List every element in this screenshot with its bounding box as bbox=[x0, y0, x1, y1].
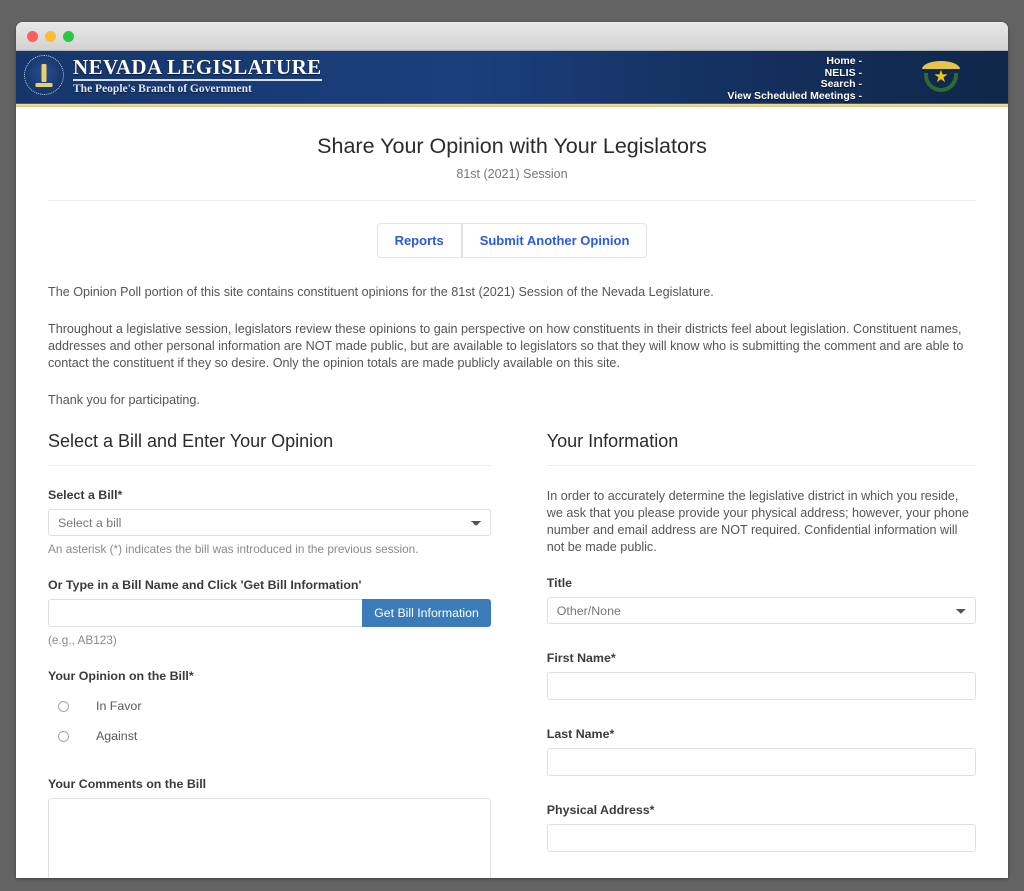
get-bill-information-button[interactable]: Get Bill Information bbox=[362, 599, 491, 627]
zoom-window-button[interactable] bbox=[63, 30, 74, 42]
minimize-window-button[interactable] bbox=[45, 30, 56, 42]
physical-address-input[interactable] bbox=[546, 824, 976, 852]
bill-section-heading: Select a Bill and Enter Your Opinion bbox=[48, 431, 334, 451]
site-brand[interactable]: NEVADA LEGISLATURE The People's Branch o… bbox=[24, 55, 322, 95]
physical-address-label: Physical Address* bbox=[546, 803, 655, 817]
brand-tagline: The People's Branch of Government bbox=[73, 82, 252, 95]
info-section-heading: Your Information bbox=[546, 431, 679, 451]
title-dropdown[interactable]: Other/None bbox=[546, 597, 976, 624]
radio-option-against[interactable]: Against bbox=[48, 729, 491, 743]
nav-link-home[interactable]: Home - bbox=[727, 55, 862, 68]
bill-name-example: (e.g., AB123) bbox=[48, 633, 117, 647]
select-bill-label: Select a Bill* bbox=[48, 488, 123, 502]
radio-against-label: Against bbox=[96, 729, 138, 743]
brand-title: NEVADA LEGISLATURE bbox=[73, 54, 322, 81]
action-button-group: Reports Submit Another Opinion bbox=[48, 223, 976, 258]
info-section-divider bbox=[546, 465, 976, 466]
last-name-label: Last Name* bbox=[546, 727, 615, 741]
comments-textarea[interactable] bbox=[48, 798, 491, 878]
title-label: Title bbox=[546, 576, 573, 590]
radio-against-icon[interactable] bbox=[58, 730, 69, 742]
radio-option-in-favor[interactable]: In Favor bbox=[48, 699, 491, 713]
nevada-state-seal-icon bbox=[24, 55, 64, 95]
intro-paragraph-2: Throughout a legislative session, legisl… bbox=[48, 322, 964, 370]
submit-another-opinion-button[interactable]: Submit Another Opinion bbox=[461, 223, 648, 258]
wreath-icon bbox=[924, 73, 958, 92]
page-content: Share Your Opinion with Your Legislators… bbox=[16, 107, 1008, 878]
flag-emblem: ★ bbox=[918, 59, 964, 95]
comments-label: Your Comments on the Bill bbox=[48, 777, 207, 791]
radio-in-favor-label: In Favor bbox=[96, 699, 142, 713]
window-titlebar bbox=[16, 22, 1008, 51]
info-section-intro: In order to accurately determine the leg… bbox=[546, 489, 969, 554]
asterisk-note: An asterisk (*) indicates the bill was i… bbox=[48, 542, 419, 556]
nav-link-search[interactable]: Search - bbox=[727, 78, 862, 91]
nevada-state-flag-icon: ★ bbox=[866, 51, 1008, 103]
opinion-label: Your Opinion on the Bill* bbox=[48, 669, 194, 683]
brand-text: NEVADA LEGISLATURE The People's Branch o… bbox=[73, 56, 322, 95]
header-navigation: Home - NELIS - Search - View Scheduled M… bbox=[727, 55, 862, 103]
select-bill-dropdown[interactable]: Select a bill bbox=[48, 509, 491, 536]
reports-button[interactable]: Reports bbox=[376, 223, 462, 258]
bill-opinion-column: Select a Bill and Enter Your Opinion Sel… bbox=[48, 431, 505, 878]
bill-name-input-group: Get Bill Information bbox=[48, 599, 491, 627]
title-divider bbox=[48, 200, 976, 201]
form-columns: Select a Bill and Enter Your Opinion Sel… bbox=[48, 431, 976, 878]
browser-window: NEVADA LEGISLATURE The People's Branch o… bbox=[16, 22, 1008, 878]
page-subtitle: 81st (2021) Session bbox=[456, 167, 568, 181]
your-information-column: Your Information In order to accurately … bbox=[519, 431, 976, 878]
last-name-input[interactable] bbox=[546, 748, 976, 776]
bill-name-input[interactable] bbox=[48, 599, 363, 627]
bill-section-divider bbox=[48, 465, 491, 466]
close-window-button[interactable] bbox=[27, 30, 38, 42]
page-title: Share Your Opinion with Your Legislators bbox=[317, 134, 707, 158]
intro-paragraph-1: The Opinion Poll portion of this site co… bbox=[48, 285, 714, 299]
intro-paragraph-3: Thank you for participating. bbox=[48, 393, 200, 407]
nav-link-scheduled-meetings[interactable]: View Scheduled Meetings - bbox=[727, 90, 862, 103]
type-bill-label: Or Type in a Bill Name and Click 'Get Bi… bbox=[48, 578, 362, 592]
radio-in-favor-icon[interactable] bbox=[58, 700, 69, 712]
first-name-input[interactable] bbox=[546, 672, 976, 700]
site-header: NEVADA LEGISLATURE The People's Branch o… bbox=[16, 51, 1008, 103]
first-name-label: First Name* bbox=[546, 651, 616, 665]
